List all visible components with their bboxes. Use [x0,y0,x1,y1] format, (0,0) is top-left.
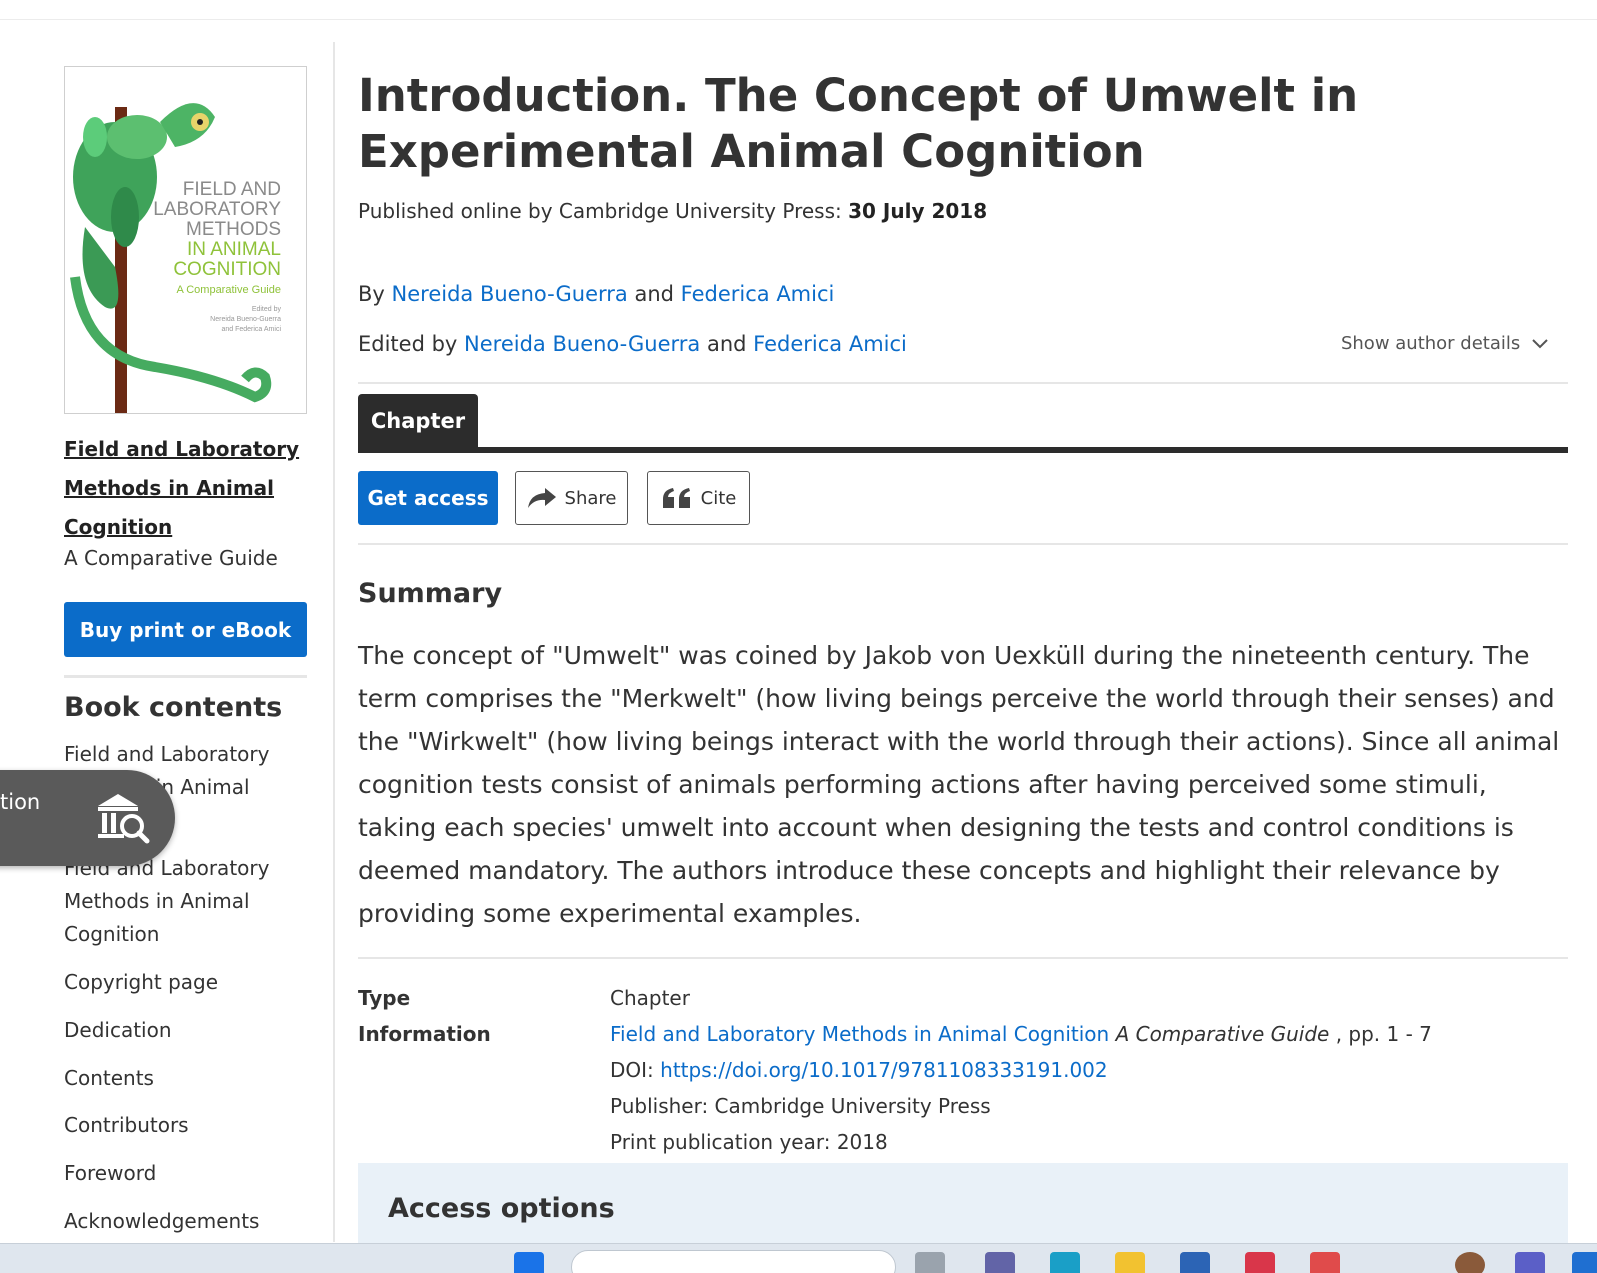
access-options-heading: Access options [388,1193,615,1224]
windows-start-icon[interactable] [514,1252,544,1273]
chevron-down-icon [1532,339,1548,349]
and-text: and [634,282,674,306]
cover-title-line-5: COGNITION [173,259,281,280]
show-author-details-label: Show author details [1340,333,1521,354]
sidebar: FIELD AND LABORATORY METHODS IN ANIMAL C… [0,42,335,1242]
author-byline: By Nereida Bueno-Guerra and Federica Ami… [358,282,834,306]
user-avatar-icon[interactable] [1455,1252,1485,1273]
teams-chat-icon[interactable] [1515,1252,1545,1273]
access-options-panel: Access options [358,1163,1568,1243]
editor-byline: Edited by Nereida Bueno-Guerra and Feder… [358,332,907,356]
book-cover-art: FIELD AND LABORATORY METHODS IN ANIMAL C… [65,67,306,413]
info-pages: , pp. 1 - 7 [1335,1022,1432,1046]
book-cover[interactable]: FIELD AND LABORATORY METHODS IN ANIMAL C… [64,66,307,414]
summary-text: The concept of "Umwelt" was coined by Ja… [358,641,1560,928]
cover-title-line-2: LABORATORY [153,199,281,220]
info-book-link[interactable]: Field and Laboratory Methods in Animal C… [610,1022,1109,1046]
cover-edited-2: Nereida Bueno-Guerra [210,316,281,323]
toc-item-half-title[interactable]: Field and Laboratory Methods in Animal C… [64,852,304,951]
institution-pill-label: tion [0,790,41,814]
edge-icon[interactable] [1050,1252,1080,1273]
toc-item-copyright[interactable]: Copyright page [64,966,304,999]
information-label: Information [358,1022,491,1046]
cover-edited-1: Edited by [252,306,282,313]
divider [358,957,1568,959]
info-book-subtitle: A Comparative Guide [1115,1022,1330,1046]
taskbar-search-box[interactable] [571,1250,896,1273]
buy-print-or-ebook-button[interactable]: Buy print or eBook [64,602,307,657]
share-label: Share [564,487,617,509]
toc-item-contributors[interactable]: Contributors [64,1109,304,1142]
book-contents-heading: Book contents [64,692,283,723]
published-prefix: Published online by Cambridge University… [358,199,842,223]
summary-heading: Summary [358,578,503,609]
app-icon-red[interactable] [1245,1252,1275,1273]
toc-item-contents[interactable]: Contents [64,1062,304,1095]
and-text-2: and [706,332,747,356]
quote-icon [662,488,690,508]
task-view-icon[interactable] [915,1252,945,1273]
edited-prefix: Edited by [358,332,458,356]
share-arrow-icon [527,488,556,508]
author-link-1[interactable]: Nereida Bueno-Guerra [392,282,628,306]
divider [358,382,1568,384]
divider [358,543,1568,545]
information-book-line: Field and Laboratory Methods in Animal C… [610,1022,1432,1046]
doi-line: DOI: https://doi.org/10.1017/97811083331… [610,1058,1108,1082]
doi-link[interactable]: https://doi.org/10.1017/9781108333191.00… [660,1058,1107,1082]
toc-item-foreword[interactable]: Foreword [64,1157,304,1190]
book-subtitle: A Comparative Guide [64,546,278,570]
editor-link-1[interactable]: Nereida Bueno-Guerra [464,332,700,356]
cover-title-line-3: METHODS [186,219,281,240]
book-title-link[interactable]: Field and Laboratory Methods in Animal C… [64,430,304,547]
cite-label: Cite [700,487,737,509]
cite-button[interactable]: Cite [647,471,750,525]
editor-link-2[interactable]: Federica Amici [753,332,907,356]
app-icon-blue[interactable] [1572,1252,1597,1273]
print-year-line: Print publication year: 2018 [610,1130,888,1154]
institution-access-pill[interactable]: tion [0,770,175,866]
published-date: 30 July 2018 [848,199,988,223]
store-icon[interactable] [1180,1252,1210,1273]
teams-icon[interactable] [985,1252,1015,1273]
tab-underline [358,447,1568,453]
cover-subtitle: A Comparative Guide [176,284,281,296]
by-prefix: By [358,282,385,306]
cover-title-line-1: FIELD AND [183,179,281,200]
cover-edited-3: and Federica Amici [221,326,281,333]
show-author-details-toggle[interactable]: Show author details [1341,333,1548,354]
author-link-2[interactable]: Federica Amici [681,282,835,306]
main-content: Introduction. The Concept of Umwelt in E… [358,0,1568,1243]
toc-item-acknowledgements[interactable]: Acknowledgements [64,1205,304,1238]
published-line: Published online by Cambridge University… [358,199,987,223]
type-value: Chapter [610,986,690,1010]
toc-item-dedication[interactable]: Dedication [64,1014,304,1047]
app-icon-c[interactable] [1310,1252,1340,1273]
os-taskbar [0,1243,1597,1273]
tab-chapter[interactable]: Chapter [358,394,478,449]
sidebar-divider [64,675,307,678]
cover-title-line-4: IN ANIMAL [187,239,281,260]
type-label: Type [358,986,411,1010]
institution-search-icon [98,794,150,844]
file-explorer-icon[interactable] [1115,1252,1145,1273]
share-button[interactable]: Share [515,471,628,525]
publisher-line: Publisher: Cambridge University Press [610,1094,991,1118]
doi-prefix: DOI: [610,1058,654,1082]
get-access-button[interactable]: Get access [358,471,498,525]
page-title: Introduction. The Concept of Umwelt in E… [358,69,1359,178]
